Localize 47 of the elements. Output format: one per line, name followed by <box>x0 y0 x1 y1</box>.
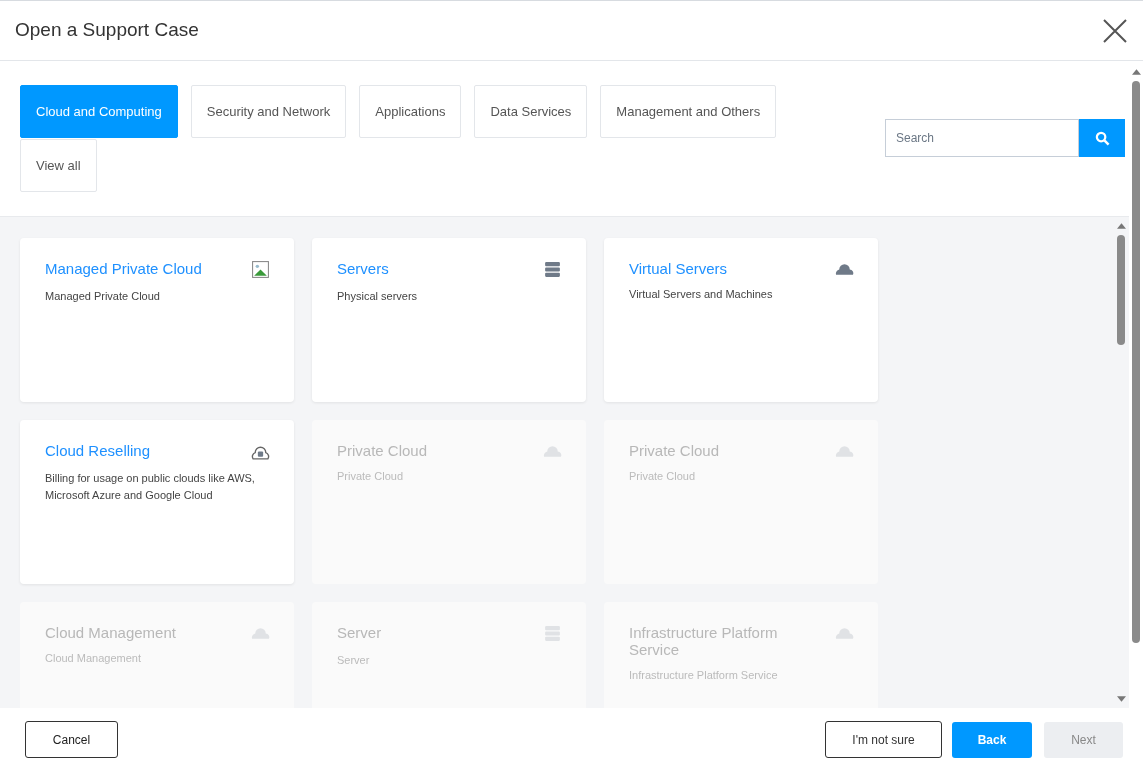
card-description: Cloud Management <box>45 651 142 666</box>
category-tab[interactable]: View all <box>20 139 97 192</box>
service-card[interactable]: Virtual Servers Virtual Servers and Machines <box>604 238 878 402</box>
card-title: Servers <box>337 260 389 277</box>
close-button[interactable] <box>1102 17 1128 44</box>
card-description: Virtual Servers and Machines <box>629 287 774 302</box>
card-description: Server <box>337 653 371 668</box>
card-description: Physical servers <box>337 289 419 304</box>
cloud-icon <box>835 628 854 639</box>
cloud-icon <box>543 446 562 457</box>
search-field[interactable]: Search <box>885 119 1079 157</box>
cloud-icon <box>835 446 854 457</box>
card-description: Private Cloud <box>337 469 405 484</box>
server-icon <box>543 260 562 279</box>
card-title: Cloud Management <box>45 624 176 641</box>
scrollbar-thumb[interactable] <box>1117 235 1125 345</box>
service-card[interactable]: Servers Physical servers <box>312 238 586 402</box>
category-tab[interactable]: Data Services <box>474 85 588 138</box>
scrollbar-thumb[interactable] <box>1132 81 1140 643</box>
card-title: Private Cloud <box>629 442 720 459</box>
category-tab[interactable]: Management and Others <box>600 85 777 138</box>
card-description: Infrastructure Platform Service <box>629 668 779 683</box>
card-description: Private Cloud <box>629 469 697 484</box>
scroll-down-icon[interactable] <box>1116 696 1126 702</box>
cancel-button[interactable]: Cancel <box>25 721 118 758</box>
server-icon <box>543 624 562 643</box>
card-description: Managed Private Cloud <box>45 289 161 304</box>
search-icon <box>1094 130 1110 146</box>
card-title: Infrastructure Platform Service <box>629 624 779 658</box>
card-title: Private Cloud <box>337 442 428 459</box>
not-sure-button[interactable]: I'm not sure <box>825 721 942 758</box>
category-tab[interactable]: Applications <box>359 85 462 138</box>
card-description: Billing for usage on public clouds like AWS, Microsoft Azure and Google Cloud <box>45 471 256 503</box>
card-title: Managed Private Cloud <box>45 260 202 277</box>
search-button[interactable] <box>1079 119 1125 157</box>
card-title: Server <box>337 624 382 641</box>
service-card[interactable]: Managed Private Cloud Managed Private Cloud <box>20 238 294 402</box>
image-icon <box>251 260 270 279</box>
cloud-icon <box>251 628 270 639</box>
cloud-icon <box>835 264 854 275</box>
card-title: Virtual Servers <box>629 260 728 277</box>
category-tab[interactable]: Security and Network <box>190 85 347 138</box>
dialog-title: Open a Support Case <box>15 18 199 43</box>
scroll-up-icon[interactable] <box>1116 223 1126 229</box>
service-card[interactable]: Cloud Reselling Billing for usage on public clouds like AWS, Microsoft Azure and Google Cloud <box>20 420 294 584</box>
scroll-up-icon[interactable] <box>1131 69 1141 75</box>
card-title: Cloud Reselling <box>45 442 151 459</box>
